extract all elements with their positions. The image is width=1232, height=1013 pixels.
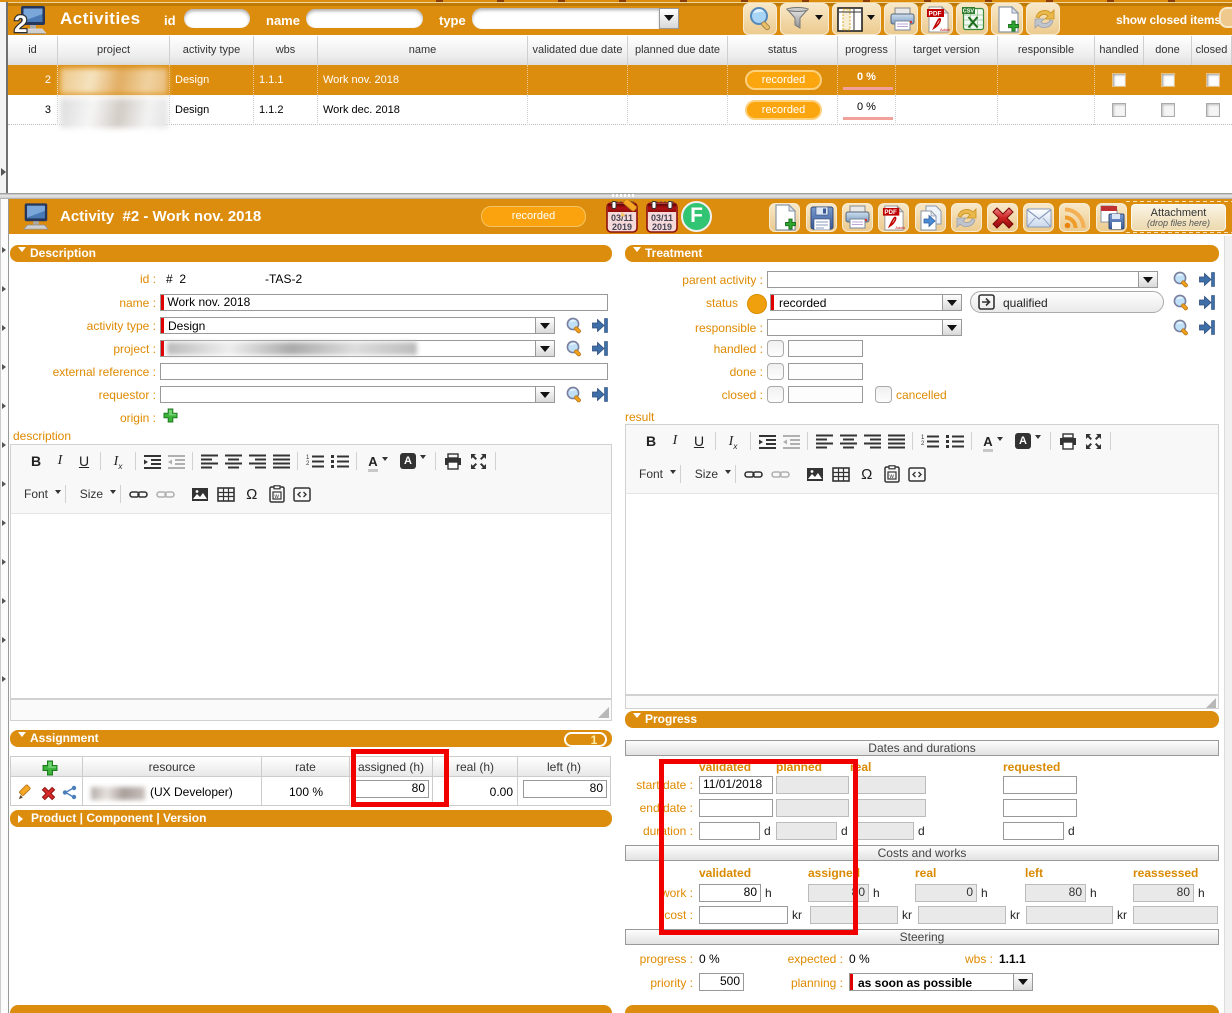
svg-text:2: 2 <box>14 11 27 35</box>
svg-text:Adobe: Adobe <box>895 226 905 230</box>
svg-text:CSV: CSV <box>963 9 975 15</box>
svg-text:2019: 2019 <box>652 222 672 232</box>
svg-text:2019: 2019 <box>612 222 632 232</box>
svg-text:w: w <box>888 474 894 480</box>
svg-text:PDF: PDF <box>929 10 942 17</box>
svg-text:PDF: PDF <box>884 209 897 216</box>
svg-text:Adobe: Adobe <box>940 27 950 32</box>
svg-text:w: w <box>273 494 279 500</box>
svg-text:2: 2 <box>306 461 310 467</box>
svg-text:2: 2 <box>921 441 925 447</box>
